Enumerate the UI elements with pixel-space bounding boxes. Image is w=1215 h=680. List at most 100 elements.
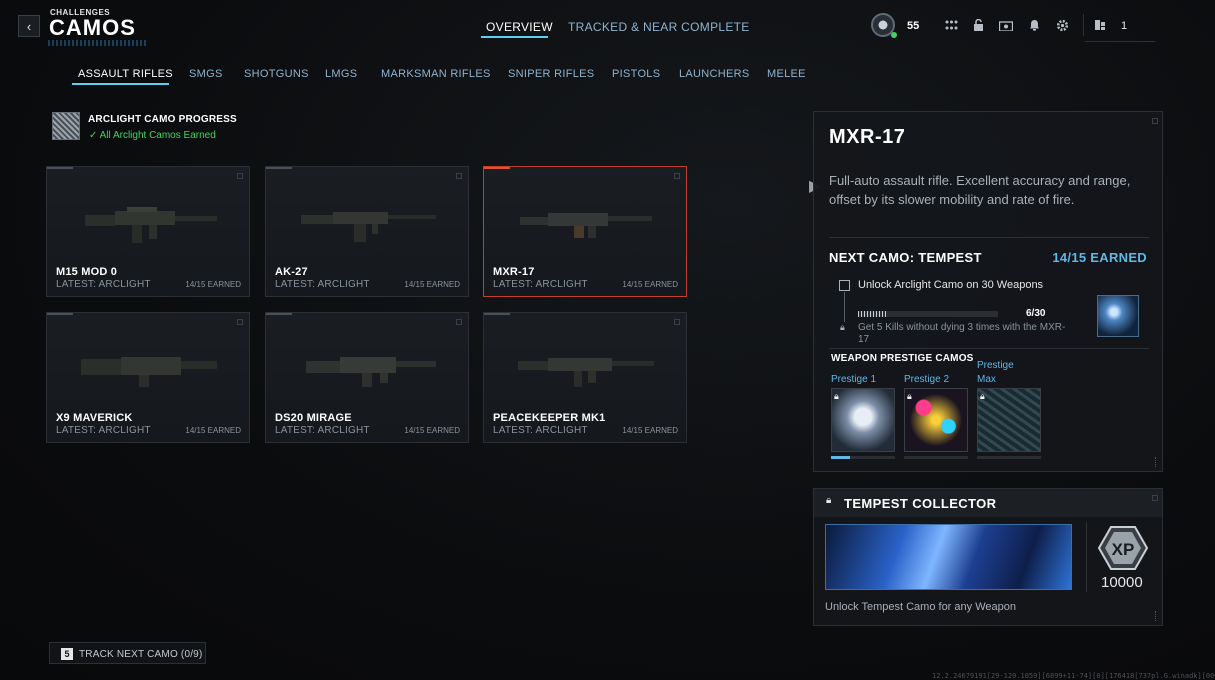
collector-panel: 🔒︎ TEMPEST COLLECTOR XP 10000 Unlock Tem… [813,488,1163,626]
grid-icon[interactable] [944,18,958,32]
collector-divider [1086,522,1087,592]
header-divider [1083,14,1084,36]
challenge-title: Unlock Arclight Camo on 30 Weapons [858,279,1044,291]
keybind-key: 5 [61,648,73,660]
prestige-2-camo[interactable] [904,388,968,452]
track-next-camo-button[interactable]: 5 TRACK NEXT CAMO (0/9) [49,642,206,664]
weapon-latest-camo: LATEST: ARCLIGHT [275,425,370,436]
weapon-image [81,357,217,387]
bell-icon[interactable] [1027,18,1041,32]
challenge-progress-fill [858,311,886,317]
tab-smgs[interactable]: SMGS [189,68,223,80]
tab-launchers[interactable]: LAUNCHERS [679,68,750,80]
back-button[interactable]: ‹ [18,15,40,37]
category-underline [72,83,169,85]
weapon-latest-camo: LATEST: ARCLIGHT [493,279,588,290]
weapon-earned-count: 14/15 EARNED [622,426,678,435]
tab-lmgs[interactable]: LMGS [325,68,357,80]
track-next-camo-label: TRACK NEXT CAMO (0/9) [79,649,203,660]
weapon-card-x9-maverick[interactable]: X9 MAVERICK LATEST: ARCLIGHT 14/15 EARNE… [46,312,250,443]
prestige-max-label: Prestige Max [977,360,1014,385]
tab-overview[interactable]: OVERVIEW [486,20,553,34]
camera-icon[interactable] [999,18,1013,32]
weapon-name: AK-27 [275,266,308,278]
weapon-card-m15-mod-0[interactable]: M15 MOD 0 LATEST: ARCLIGHT 14/15 EARNED [46,166,250,297]
card-corner-mark [456,173,462,179]
tempest-camo-banner[interactable] [825,524,1072,590]
prestige-1-label: Prestige 1 [831,374,877,385]
player-level: 55 [907,20,920,32]
weapon-card-peacekeeper-mk1[interactable]: PEACEKEEPER MK1 LATEST: ARCLIGHT 14/15 E… [483,312,687,443]
tab-tracked-near-complete[interactable]: TRACKED & NEAR COMPLETE [568,20,750,34]
weapon-card-mxr-17[interactable]: MXR-17 LATEST: ARCLIGHT 14/15 EARNED [483,166,687,297]
panel-scroll-handle[interactable] [1155,611,1158,621]
panel-corner-mark [1152,118,1158,124]
card-progress-bar [266,167,292,169]
lock-icon[interactable] [971,18,985,32]
card-progress-bar [47,167,73,169]
card-corner-mark [674,319,680,325]
weapon-earned-count: 14/15 EARNED [404,426,460,435]
card-progress-bar [484,313,510,315]
weapon-earned-count: 14/15 EARNED [185,280,241,289]
challenge-progress-bar [858,311,998,317]
check-icon: ✓ [89,130,100,141]
weapon-image [306,357,436,387]
prestige-max-progress [977,456,1041,459]
weapon-image [301,212,436,242]
next-camo-earned: 14/15 EARNED [1052,250,1147,265]
tab-shotguns[interactable]: SHOTGUNS [244,68,309,80]
tempest-camo-thumbnail[interactable] [1097,295,1139,337]
gear-icon[interactable] [1055,18,1069,32]
weapon-detail-panel: MXR-17 Full-auto assault rifle. Excellen… [813,111,1163,472]
party-count: 1 [1121,20,1128,32]
weapon-image [85,207,217,243]
prestige-2-label: Prestige 2 [904,374,950,385]
arclight-progress-title: ARCLIGHT CAMO PROGRESS [88,114,237,125]
weapon-image [520,213,652,238]
collector-description: Unlock Tempest Camo for any Weapon [825,601,1016,613]
detail-weapon-name: MXR-17 [829,126,906,148]
arclight-progress-status: ✓ All Arclight Camos Earned [89,130,216,141]
weapon-latest-camo: LATEST: ARCLIGHT [493,425,588,436]
build-version-string: 12.2.24679191[29-120.1059][6899+11-74][0… [932,672,1215,680]
card-progress-bar [47,313,73,315]
weapon-latest-camo: LATEST: ARCLIGHT [56,425,151,436]
card-corner-mark [237,319,243,325]
tab-overview-underline [481,36,548,38]
weapon-name: X9 MAVERICK [56,412,133,424]
lock-icon: 🔒︎ [826,495,832,506]
weapon-name: DS20 MIRAGE [275,412,352,424]
prestige-max-camo[interactable] [977,388,1041,452]
detail-divider [829,237,1149,238]
card-corner-mark [237,173,243,179]
tab-assault-rifles[interactable]: ASSAULT RIFLES [78,68,173,80]
weapon-earned-count: 14/15 EARNED [185,426,241,435]
tab-marksman-rifles[interactable]: MARKSMAN RIFLES [381,68,491,80]
weapon-card-ds20-mirage[interactable]: DS20 MIRAGE LATEST: ARCLIGHT 14/15 EARNE… [265,312,469,443]
party-icon[interactable] [1093,18,1107,32]
prestige-1-camo[interactable] [831,388,895,452]
page-title: CAMOS [49,15,136,40]
tab-melee[interactable]: MELEE [767,68,806,80]
challenge-connector [844,292,845,322]
tab-pistols[interactable]: PISTOLS [612,68,660,80]
card-corner-mark [674,173,680,179]
arclight-status-text: All Arclight Camos Earned [99,130,216,141]
online-status-dot [891,32,897,38]
weapon-name: M15 MOD 0 [56,266,118,278]
weapon-earned-count: 14/15 EARNED [622,280,678,289]
weapon-name: MXR-17 [493,266,535,278]
weapon-card-ak-27[interactable]: AK-27 LATEST: ARCLIGHT 14/15 EARNED [265,166,469,297]
lock-icon: 🔒︎ [980,391,985,401]
header-underline [1085,41,1155,42]
tab-sniper-rifles[interactable]: SNIPER RIFLES [508,68,594,80]
card-corner-mark [456,319,462,325]
panel-scroll-handle[interactable] [1155,457,1158,467]
detail-divider [829,348,1149,349]
weapon-name: PEACEKEEPER MK1 [493,412,606,424]
challenge-progress-text: 6/30 [1026,308,1046,319]
challenge-description: Get 5 Kills without dying 3 times with t… [858,322,1066,345]
prestige-camos-title: WEAPON PRESTIGE CAMOS [831,353,974,364]
challenge-checkbox[interactable] [839,280,850,291]
